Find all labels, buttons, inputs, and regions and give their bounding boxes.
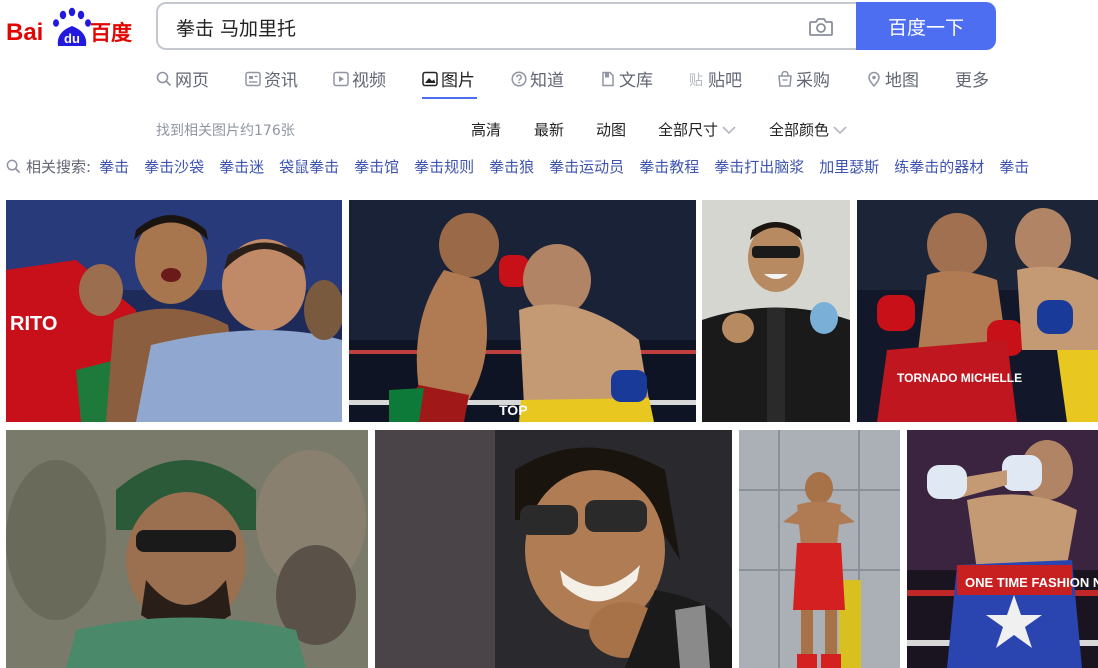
tab-purchase[interactable]: 采购	[777, 66, 830, 91]
map-icon	[868, 71, 880, 87]
image-result-boxer-weigh-in[interactable]	[739, 430, 900, 668]
image-result-boxer-green-beanie[interactable]	[6, 430, 368, 668]
filter-hd[interactable]: 高清	[471, 119, 501, 140]
tab-images[interactable]: 图片	[422, 66, 475, 91]
filter-latest-label: 最新	[534, 121, 565, 139]
tieba-icon: 贴	[689, 73, 703, 87]
related-search-link[interactable]: 拳击规则	[414, 156, 474, 177]
tab-more-label: 更多	[955, 71, 989, 91]
image-icon	[422, 71, 438, 86]
related-search-link[interactable]: 拳击运动员	[549, 156, 624, 177]
related-search-link[interactable]: 拳击	[999, 156, 1029, 177]
search-button[interactable]: 百度一下	[856, 2, 996, 50]
filter-hd-label: 高清	[471, 121, 502, 139]
search-input[interactable]	[176, 14, 776, 40]
tab-video-label: 视频	[352, 71, 386, 91]
tab-more[interactable]: 更多	[955, 66, 989, 91]
tab-tieba-label: 贴吧	[708, 71, 742, 91]
image-result-boxer-one-time-trunks[interactable]: ONE TIME FASHION NOVA	[907, 430, 1098, 668]
tab-news[interactable]: 资讯	[245, 66, 298, 91]
related-search-link[interactable]: 拳击狼	[489, 156, 534, 177]
tab-map[interactable]: 地图	[866, 66, 919, 91]
video-icon	[333, 71, 349, 86]
search-box	[156, 2, 856, 50]
logo-text-bai: Bai	[6, 19, 43, 46]
tab-wenku-label: 文库	[619, 71, 653, 91]
related-searches-label: 相关搜索:	[26, 157, 92, 176]
related-search-link[interactable]: 袋鼠拳击	[279, 156, 339, 177]
chevron-down-icon	[833, 125, 847, 134]
tab-purchase-label: 采购	[796, 71, 830, 91]
image-caption: ONE TIME FASHION NOVA	[965, 575, 1098, 590]
filter-color-label: 全部颜色	[769, 121, 830, 139]
tab-zhidao[interactable]: 知道	[511, 66, 564, 91]
shop-icon	[778, 70, 792, 87]
tab-wenku[interactable]: 文库	[600, 66, 653, 91]
tab-news-label: 资讯	[264, 71, 298, 91]
related-search-link[interactable]: 加里瑟斯	[819, 156, 879, 177]
image-result-boxer-corner-referee[interactable]: RITO	[6, 200, 342, 422]
result-count: 找到相关图片约176张	[156, 123, 295, 139]
tab-images-label: 图片	[441, 71, 475, 91]
svg-text:贴: 贴	[689, 73, 703, 87]
related-search-link[interactable]: 拳击	[99, 156, 129, 177]
image-caption: TORNADO MICHELLE	[897, 371, 1022, 385]
related-search-link[interactable]: 拳击沙袋	[144, 156, 204, 177]
related-search-link[interactable]: 练拳击的器材	[894, 156, 984, 177]
image-result-boxer-sunglasses-jacket[interactable]	[702, 200, 850, 422]
related-searches: 相关搜索: 拳击 拳击沙袋 拳击迷 袋鼠拳击 拳击馆 拳击规则 拳击狼 拳击运动…	[6, 155, 1044, 177]
image-caption: TOP	[499, 402, 528, 418]
related-search-link[interactable]: 拳击教程	[639, 156, 699, 177]
related-search-link[interactable]: 拳击打出脑浆	[714, 156, 804, 177]
question-icon	[511, 70, 527, 87]
image-result-boxers-exchange-punches[interactable]: TOP	[349, 200, 696, 422]
filter-animated[interactable]: 动图	[596, 119, 626, 140]
image-caption: RITO	[10, 313, 57, 335]
related-search-link[interactable]: 拳击馆	[354, 156, 399, 177]
tab-web-label: 网页	[175, 71, 209, 91]
camera-icon[interactable]	[808, 15, 834, 39]
news-icon	[245, 71, 261, 86]
document-icon	[602, 71, 614, 86]
active-tab-indicator	[422, 97, 477, 99]
filter-animated-label: 动图	[596, 121, 627, 139]
logo-text-cn: 百度	[90, 21, 132, 45]
search-icon	[156, 71, 172, 86]
filter-color-dropdown[interactable]: 全部颜色	[769, 119, 847, 140]
related-search-link[interactable]: 拳击迷	[219, 156, 264, 177]
filter-size-dropdown[interactable]: 全部尺寸	[658, 119, 736, 140]
tab-zhidao-label: 知道	[530, 71, 564, 91]
image-result-boxer-smiling-sunglasses[interactable]	[375, 430, 732, 668]
tab-map-label: 地图	[885, 71, 919, 91]
tab-video[interactable]: 视频	[333, 66, 386, 91]
tab-web[interactable]: 网页	[156, 66, 209, 91]
filter-latest[interactable]: 最新	[534, 119, 564, 140]
search-icon	[6, 159, 21, 173]
image-result-boxers-clinch-tornado[interactable]: TORNADO MICHELLE	[857, 200, 1098, 422]
filter-size-label: 全部尺寸	[658, 121, 719, 139]
baidu-logo[interactable]: Bai du 百度	[6, 6, 134, 50]
logo-text-du: du	[64, 31, 80, 46]
tab-tieba[interactable]: 贴 贴吧	[689, 66, 742, 91]
chevron-down-icon	[722, 125, 736, 134]
